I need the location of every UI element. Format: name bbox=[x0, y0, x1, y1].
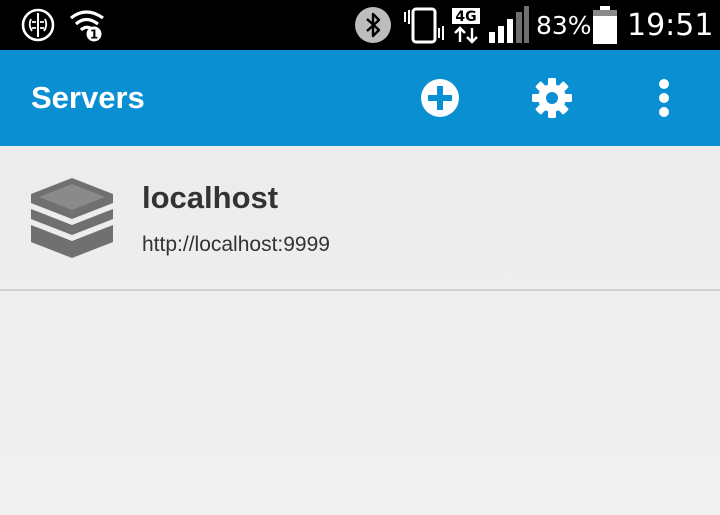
settings-button[interactable] bbox=[527, 73, 577, 123]
server-url: http://localhost:9999 bbox=[142, 233, 330, 256]
settings-icon bbox=[532, 78, 572, 118]
clock: 19:51 bbox=[627, 7, 714, 43]
bluetooth-icon bbox=[354, 0, 392, 50]
add-icon bbox=[421, 79, 459, 117]
add-server-button[interactable] bbox=[415, 73, 465, 123]
server-list-item[interactable]: localhost http://localhost:9999 bbox=[0, 146, 720, 291]
status-bar: 1 4G 83% 19:51 bbox=[0, 0, 720, 50]
wifi-icon: 1 bbox=[68, 0, 108, 50]
app-bar: Servers bbox=[0, 50, 720, 146]
overflow-menu-button[interactable] bbox=[639, 73, 689, 123]
server-name: localhost bbox=[142, 180, 279, 215]
page-title: Servers bbox=[31, 80, 145, 115]
battery-icon bbox=[592, 0, 618, 50]
battery-percent: 83% bbox=[536, 10, 592, 40]
data-arrows-icon: 4G bbox=[451, 0, 483, 50]
server-stack-icon bbox=[29, 176, 115, 260]
vibrate-icon bbox=[402, 0, 446, 50]
signal-icon bbox=[488, 0, 530, 50]
server-list: localhost http://localhost:9999 bbox=[0, 146, 720, 515]
brain-icon bbox=[20, 0, 56, 50]
overflow-menu-icon bbox=[659, 79, 669, 117]
network-type: 4G bbox=[455, 9, 476, 25]
wifi-badge: 1 bbox=[90, 28, 98, 42]
